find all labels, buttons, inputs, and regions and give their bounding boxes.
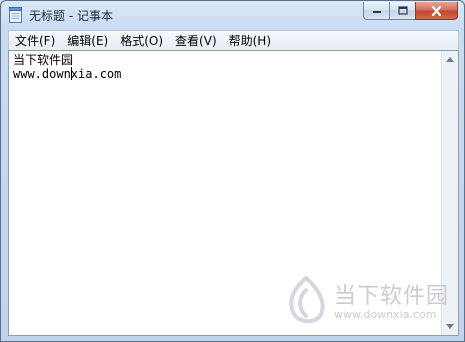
editor-area[interactable]: 当下软件园 www.downxia.com 当下软件园 www.downxia.… <box>8 50 459 336</box>
text-before-caret: www.down <box>13 67 71 81</box>
menu-bar: 文件(F) 编辑(E) 格式(O) 查看(V) 帮助(H) <box>8 30 459 50</box>
menu-format[interactable]: 格式(O) <box>114 32 169 50</box>
menu-edit[interactable]: 编辑(E) <box>61 32 114 50</box>
minimize-icon <box>372 10 381 13</box>
watermark-title: 当下软件园 <box>334 284 450 309</box>
maximize-icon <box>397 6 408 15</box>
notepad-window: 无标题 - 记事本 文件(F) 编辑(E) 格式(O) 查看(V) 帮助(H) … <box>0 0 465 342</box>
maximize-button[interactable] <box>389 2 415 20</box>
scroll-up-button[interactable] <box>442 51 458 68</box>
text-after-caret: xia.com <box>70 67 122 81</box>
watermark-logo-icon <box>289 276 325 323</box>
close-button[interactable] <box>415 2 458 20</box>
minimize-button[interactable] <box>363 2 389 20</box>
caption-buttons <box>363 2 458 20</box>
menu-view[interactable]: 查看(V) <box>169 32 223 50</box>
window-title: 无标题 - 记事本 <box>29 9 113 23</box>
watermark: 当下软件园 www.downxia.com <box>284 276 454 336</box>
title-bar[interactable]: 无标题 - 记事本 <box>1 1 464 29</box>
menu-file[interactable]: 文件(F) <box>9 32 61 50</box>
notepad-icon <box>9 7 23 23</box>
watermark-url: www.downxia.com <box>334 308 437 321</box>
close-icon <box>431 5 442 16</box>
menu-help[interactable]: 帮助(H) <box>223 32 277 50</box>
chevron-up-icon <box>446 57 454 62</box>
text-line-2: www.downxia.com <box>13 67 438 81</box>
text-line-1: 当下软件园 <box>13 53 74 67</box>
